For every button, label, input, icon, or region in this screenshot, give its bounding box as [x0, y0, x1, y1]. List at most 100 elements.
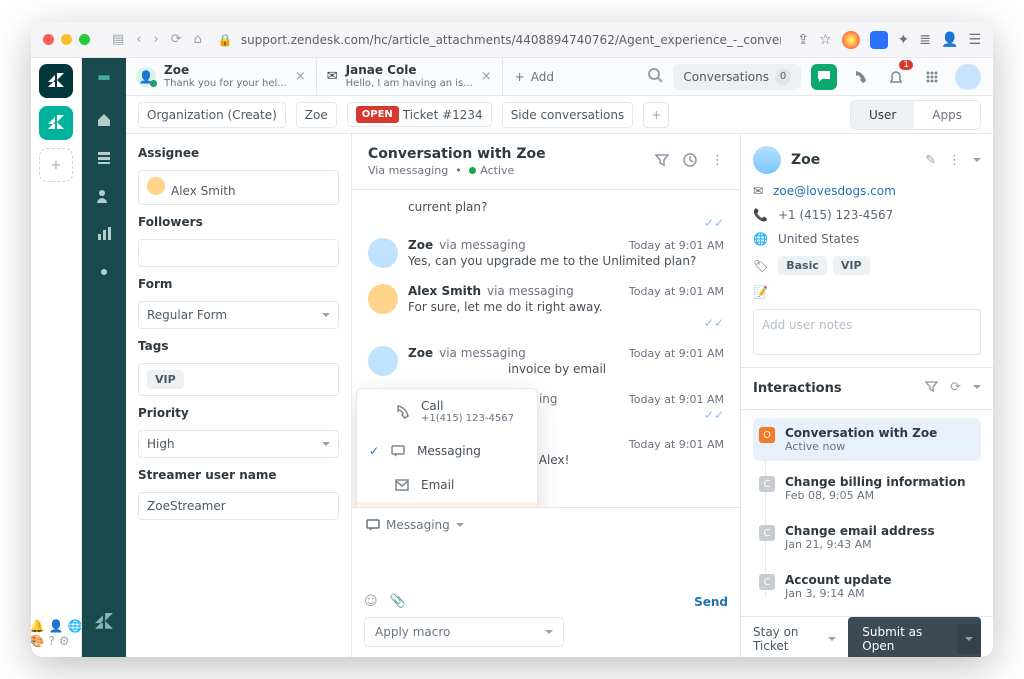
priority-select[interactable]: High: [138, 430, 339, 458]
user-tag[interactable]: Basic: [778, 256, 827, 275]
minimize-window[interactable]: [61, 34, 72, 45]
more-icon[interactable]: ⋮: [711, 153, 724, 171]
phone-icon[interactable]: [847, 64, 873, 90]
user-email[interactable]: zoe@lovesdogs.com: [773, 184, 896, 198]
rail-home-icon[interactable]: [96, 112, 112, 132]
close-tab-icon[interactable]: ×: [481, 69, 492, 84]
add-side-conversation[interactable]: +: [643, 102, 669, 128]
channel-option-email[interactable]: Email: [357, 468, 537, 502]
conversations-pill[interactable]: Conversations0: [673, 64, 801, 90]
dock-bell-icon[interactable]: 🔔: [31, 620, 45, 632]
user-notes-input[interactable]: Add user notes: [753, 309, 981, 355]
compose-textarea[interactable]: [364, 536, 728, 594]
interaction-item[interactable]: C Account updateJan 3, 9:14 AM: [753, 565, 981, 608]
tab-subtitle: Thank you for your hel...: [164, 78, 287, 89]
user-phone: +1 (415) 123-4567: [778, 208, 893, 222]
share-icon[interactable]: ⇪: [797, 32, 809, 48]
address-bar[interactable]: 🔒 support.zendesk.com/hc/article_attachm…: [218, 33, 781, 47]
home-icon[interactable]: ⌂: [194, 32, 202, 47]
streamer-field[interactable]: ZoeStreamer: [138, 492, 339, 520]
channel-option-call[interactable]: Call+1(415) 123-4567: [357, 389, 537, 434]
chat-icon[interactable]: [811, 64, 837, 90]
user-card: Zoe ✎ ⋮ ✉zoe@lovesdogs.com 📞+1 (415) 123…: [741, 134, 993, 368]
ext-icon-2[interactable]: [870, 31, 888, 49]
toggle-user[interactable]: User: [851, 101, 914, 129]
assignee-field[interactable]: Alex Smith: [138, 170, 339, 205]
followers-field[interactable]: [138, 239, 339, 267]
profile-icon[interactable]: 👤: [941, 32, 958, 48]
edit-icon[interactable]: ✎: [925, 153, 936, 168]
close-tab-icon[interactable]: ×: [295, 69, 306, 84]
filter-icon[interactable]: [655, 153, 669, 171]
rail-views-icon[interactable]: [96, 150, 112, 170]
forward-icon[interactable]: ›: [154, 32, 159, 47]
list-icon[interactable]: ≣: [919, 32, 931, 48]
attachment-icon[interactable]: 📎: [390, 594, 406, 609]
message-list[interactable]: current plan? ✓✓ Zoevia messagingToday a…: [352, 190, 740, 507]
puzzle-icon[interactable]: ✦: [898, 32, 910, 48]
add-tile[interactable]: +: [39, 148, 73, 182]
rail-admin-icon[interactable]: [96, 264, 112, 284]
agent-avatar[interactable]: [955, 64, 981, 90]
tab-zoe[interactable]: 👤 ZoeThank you for your hel... ×: [126, 58, 317, 95]
dock-person-icon[interactable]: 👤: [49, 620, 64, 632]
toggle-apps[interactable]: Apps: [914, 101, 980, 129]
submit-caret[interactable]: [957, 624, 981, 654]
emoji-icon[interactable]: ☺: [364, 594, 378, 609]
form-select[interactable]: Regular Form: [138, 301, 339, 329]
maximize-window[interactable]: [79, 34, 90, 45]
refresh-icon[interactable]: ⟳: [950, 380, 961, 397]
close-window[interactable]: [43, 34, 54, 45]
send-button[interactable]: Send: [694, 595, 728, 609]
tags-field[interactable]: VIP: [138, 363, 339, 396]
rail-logo-icon[interactable]: [95, 72, 113, 94]
rail-customers-icon[interactable]: [96, 188, 112, 208]
more-icon[interactable]: ⋮: [948, 153, 961, 168]
apps-grid-icon[interactable]: [919, 64, 945, 90]
chevron-down-icon[interactable]: [973, 380, 981, 397]
dock-paint-icon[interactable]: 🎨: [31, 635, 45, 647]
apply-macro-select[interactable]: Apply macro: [364, 617, 564, 647]
back-icon[interactable]: ‹: [136, 32, 141, 47]
channel-chip[interactable]: Messaging: [364, 514, 728, 536]
history-icon[interactable]: [683, 153, 697, 171]
channel-option-internal-note[interactable]: Internal note: [357, 502, 537, 507]
star-icon[interactable]: ☆: [819, 32, 832, 48]
add-tab[interactable]: + Add: [503, 58, 566, 95]
crumb-ticket[interactable]: OPENTicket #1234: [347, 102, 492, 127]
status-badge-open: O: [759, 427, 775, 443]
bell-badge: 1: [899, 60, 913, 70]
status-badge-closed: C: [759, 574, 775, 590]
stay-on-ticket[interactable]: Stay on Ticket: [753, 625, 836, 653]
bell-icon[interactable]: 1: [883, 64, 909, 90]
rail-zendesk-icon[interactable]: [95, 613, 113, 643]
tab-janae[interactable]: ✉ Janae ColeHello, I am having an is... …: [317, 58, 503, 95]
browser-nav: ▤ ‹ › ⟳ ⌂: [112, 32, 202, 47]
tag-chip[interactable]: VIP: [147, 370, 184, 389]
interaction-item[interactable]: C Change email addressJan 21, 9:43 AM: [753, 516, 981, 559]
crumb-side-conversations[interactable]: Side conversations: [502, 102, 634, 128]
interaction-title: Change billing information: [785, 475, 966, 489]
chevron-down-icon[interactable]: [973, 153, 981, 168]
ext-icon-1[interactable]: [842, 31, 860, 49]
refresh-icon[interactable]: ⟳: [171, 32, 182, 47]
streamer-label: Streamer user name: [138, 468, 339, 482]
crumb-org[interactable]: Organization (Create): [138, 102, 286, 128]
search-icon[interactable]: [647, 67, 663, 87]
rail-reports-icon[interactable]: [96, 226, 112, 246]
submit-button[interactable]: Submit as Open: [848, 617, 981, 657]
browser-actions: ⇪ ☆ ✦ ≣ 👤 ☰: [797, 31, 981, 49]
menu-icon[interactable]: ☰: [968, 32, 981, 48]
app-tile-1[interactable]: [39, 64, 73, 98]
filter-icon[interactable]: [925, 380, 938, 397]
sidebar-toggle-icon[interactable]: ▤: [112, 32, 124, 47]
conversation-status: Active: [480, 164, 514, 177]
interaction-item[interactable]: O Conversation with ZoeActive now: [753, 418, 981, 461]
crumb-user[interactable]: Zoe: [296, 102, 337, 128]
channel-option-messaging[interactable]: ✓ Messaging: [357, 434, 537, 468]
dock-help-icon[interactable]: ?: [49, 635, 55, 647]
dock-gear-icon[interactable]: ⚙: [59, 635, 70, 647]
interaction-item[interactable]: C Change billing informationFeb 08, 9:05…: [753, 467, 981, 510]
user-tag[interactable]: VIP: [833, 256, 870, 275]
app-tile-2[interactable]: [39, 106, 73, 140]
